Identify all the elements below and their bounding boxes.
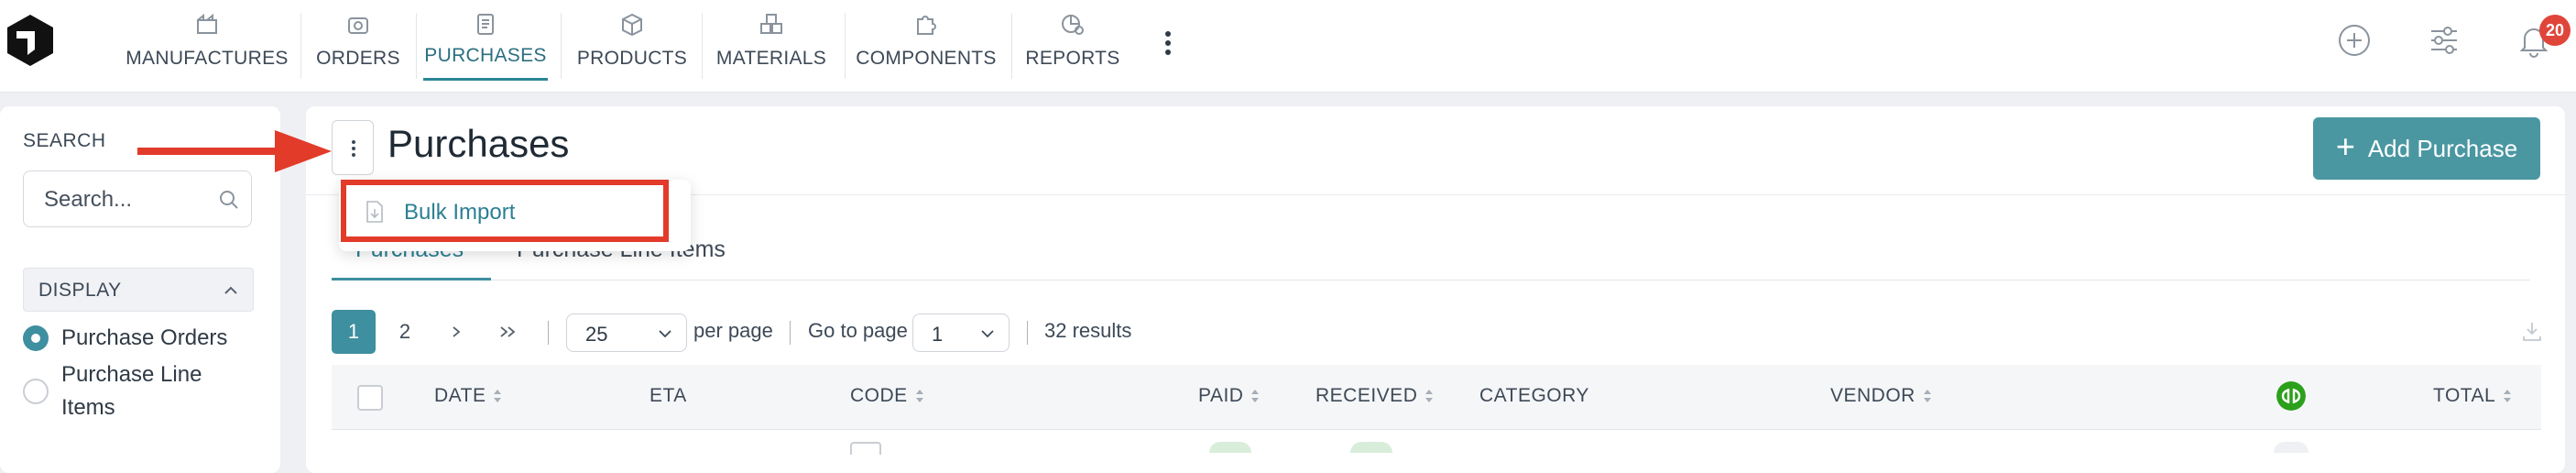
column-header-vendor[interactable]: VENDOR bbox=[1830, 385, 1932, 407]
nav-item-purchases[interactable]: PURCHASES bbox=[423, 0, 548, 81]
nav-item-orders[interactable]: ORDERS bbox=[311, 0, 405, 81]
column-label: DATE bbox=[434, 385, 486, 406]
pagination-divider bbox=[1027, 321, 1028, 345]
column-header-paid[interactable]: PAID bbox=[1198, 385, 1260, 407]
sort-icon bbox=[494, 390, 502, 402]
nav-item-components[interactable]: COMPONENTS bbox=[852, 0, 1000, 81]
column-header-total[interactable]: TOTAL bbox=[2433, 385, 2512, 407]
puzzle-icon bbox=[917, 16, 936, 35]
sort-icon bbox=[2504, 390, 2512, 402]
column-header-received[interactable]: RECEIVED bbox=[1315, 385, 1434, 407]
column-label: ETA bbox=[649, 385, 687, 406]
page-actions-menu-button[interactable] bbox=[332, 120, 374, 175]
page-button-1[interactable]: 1 bbox=[332, 310, 376, 354]
nav-item-reports[interactable]: REPORTS bbox=[1019, 0, 1127, 81]
pagination-divider bbox=[548, 321, 549, 345]
column-label: TOTAL bbox=[2433, 385, 2496, 406]
nav-label: PRODUCTS bbox=[576, 48, 688, 69]
column-header-code[interactable]: CODE bbox=[850, 385, 924, 407]
quickbooks-status-icon bbox=[2274, 442, 2309, 453]
sort-icon bbox=[915, 390, 923, 402]
nav-label: MATERIALS bbox=[715, 48, 827, 69]
chevron-down-icon bbox=[659, 330, 671, 338]
chevron-down-icon bbox=[981, 330, 994, 338]
select-all-checkbox[interactable] bbox=[357, 385, 383, 411]
pagination-divider bbox=[790, 321, 791, 345]
nav-item-materials[interactable]: MATERIALS bbox=[709, 0, 834, 81]
nav-divider bbox=[561, 13, 562, 79]
nav-divider bbox=[702, 13, 703, 79]
sort-icon bbox=[1251, 390, 1260, 402]
more-vertical-icon bbox=[352, 140, 355, 157]
go-to-page-select[interactable]: 1 bbox=[912, 314, 1010, 352]
active-tab-indicator bbox=[332, 278, 491, 280]
sort-icon bbox=[1923, 390, 1931, 402]
orders-icon bbox=[348, 17, 368, 34]
page-button-2[interactable]: 2 bbox=[383, 310, 427, 354]
last-page-button[interactable] bbox=[486, 310, 529, 354]
add-circle-icon[interactable] bbox=[2334, 20, 2374, 60]
add-purchase-label: Add Purchase bbox=[2367, 134, 2518, 162]
nav-label: ORDERS bbox=[316, 48, 400, 69]
paid-status-icon bbox=[1209, 442, 1251, 453]
annotation-highlight-box bbox=[341, 180, 669, 242]
radio-purchase-orders[interactable] bbox=[23, 325, 49, 351]
column-label: VENDOR bbox=[1830, 385, 1916, 406]
search-box bbox=[23, 170, 252, 228]
search-icon[interactable] bbox=[218, 189, 240, 211]
search-label: SEARCH bbox=[23, 130, 106, 151]
nav-divider bbox=[1011, 13, 1012, 79]
chevron-right-icon bbox=[453, 326, 461, 337]
nav-label: MANUFACTURES bbox=[126, 48, 289, 69]
radio-purchase-line-items[interactable] bbox=[23, 379, 49, 404]
row-checkbox[interactable] bbox=[850, 442, 881, 455]
clipboard-icon bbox=[477, 14, 494, 35]
app-logo[interactable] bbox=[0, 9, 60, 70]
per-page-value: 25 bbox=[585, 323, 608, 346]
nav-divider bbox=[845, 13, 846, 79]
more-menu-icon[interactable] bbox=[1163, 29, 1173, 57]
box-icon bbox=[622, 13, 642, 37]
quickbooks-icon bbox=[2276, 381, 2306, 411]
display-label: DISPLAY bbox=[38, 280, 122, 301]
annotation-arrow-icon bbox=[137, 130, 332, 172]
column-label: RECEIVED bbox=[1315, 385, 1418, 406]
reports-icon bbox=[1062, 15, 1084, 35]
chevron-up-icon bbox=[224, 286, 237, 294]
next-page-button[interactable] bbox=[434, 310, 478, 354]
radio-label-purchase-line-items: Purchase Line Items bbox=[61, 362, 202, 420]
per-page-select[interactable]: 25 bbox=[566, 314, 687, 352]
search-input[interactable] bbox=[42, 171, 211, 228]
received-status-icon bbox=[1350, 442, 1392, 453]
go-to-page-label: Go to page bbox=[808, 319, 908, 342]
add-purchase-button[interactable]: + Add Purchase bbox=[2313, 117, 2540, 180]
plus-icon: + bbox=[2335, 127, 2355, 165]
nav-item-manufactures[interactable]: MANUFACTURES bbox=[125, 0, 289, 81]
nav-label: COMPONENTS bbox=[856, 48, 997, 69]
column-label: CATEGORY bbox=[1479, 385, 1589, 406]
nav-item-products[interactable]: PRODUCTS bbox=[570, 0, 694, 81]
sort-icon bbox=[1425, 390, 1434, 402]
column-header-eta: ETA bbox=[649, 385, 687, 407]
factory-icon bbox=[197, 13, 217, 34]
results-count: 32 results bbox=[1044, 319, 1132, 342]
column-label: PAID bbox=[1198, 385, 1244, 406]
notification-badge: 20 bbox=[2539, 15, 2571, 46]
download-icon[interactable] bbox=[2521, 320, 2543, 344]
page-title: Purchases bbox=[387, 122, 570, 165]
radio-label-purchase-orders: Purchase Orders bbox=[61, 325, 228, 350]
nav-divider bbox=[416, 13, 417, 79]
materials-icon bbox=[760, 14, 782, 34]
column-label: CODE bbox=[850, 385, 908, 406]
go-to-page-value: 1 bbox=[932, 323, 944, 346]
per-page-label: per page bbox=[693, 319, 773, 342]
nav-label: PURCHASES bbox=[424, 45, 547, 66]
column-header-date[interactable]: DATE bbox=[434, 385, 502, 407]
display-section-header[interactable]: DISPLAY bbox=[23, 268, 254, 312]
column-header-category: CATEGORY bbox=[1479, 385, 1589, 407]
nav-label: REPORTS bbox=[1025, 48, 1120, 69]
settings-sliders-icon[interactable] bbox=[2424, 20, 2464, 60]
double-chevron-right-icon bbox=[500, 326, 516, 337]
nav-divider bbox=[300, 13, 301, 79]
